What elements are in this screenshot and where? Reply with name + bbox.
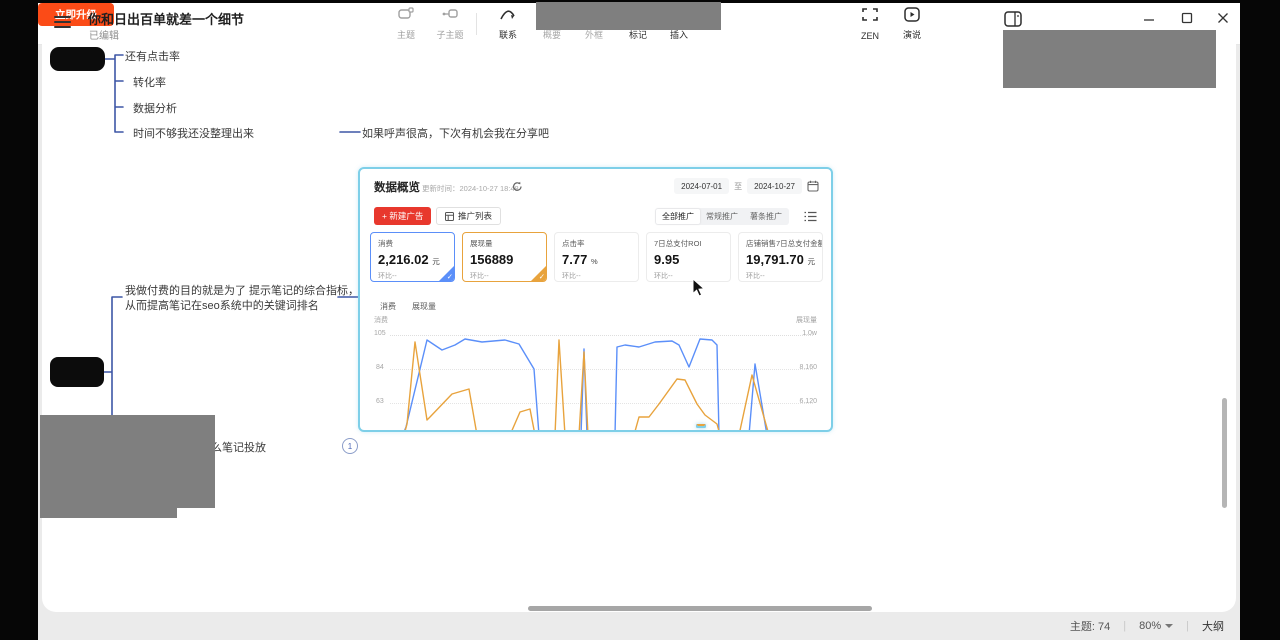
status-bar: 主题: 74 | 80% | 大纲 — [38, 612, 1240, 640]
check-icon: ✓ — [539, 272, 545, 281]
tool-present[interactable]: 演说 — [890, 7, 934, 41]
vertical-scrollbar[interactable] — [1222, 398, 1227, 508]
check-icon: ✓ — [447, 272, 453, 281]
tool-zen-label: ZEN — [861, 31, 879, 41]
tool-subtopic-label: 子主题 — [436, 28, 463, 41]
topic-icon — [398, 7, 414, 21]
topic-click-rate[interactable]: 还有点击率 — [125, 48, 180, 64]
close-button[interactable] — [1212, 9, 1234, 27]
tool-relation-label: 联系 — [499, 28, 517, 41]
mindmap-canvas: 还有点击率 转化率 数据分析 时间不够我还没整理出来 如果呼声很高，下次有机会我… — [42, 44, 1236, 612]
panel-icon — [1004, 11, 1022, 27]
tool-zen[interactable]: ZEN — [848, 7, 892, 41]
redacted-topic-node[interactable] — [50, 47, 105, 71]
tool-relation[interactable]: 联系 — [486, 7, 530, 41]
topic-no-time[interactable]: 时间不够我还没整理出来 — [133, 125, 254, 141]
tool-subtopic[interactable]: 子主题 — [428, 7, 472, 41]
tool-present-label: 演说 — [903, 28, 921, 41]
tool-topic[interactable]: 主题 — [384, 7, 428, 41]
letterbox-right — [1240, 0, 1280, 640]
status-divider: | — [1123, 620, 1126, 632]
outline-button[interactable]: 大纲 — [1202, 618, 1224, 634]
topic-count: 主题: 74 — [1070, 618, 1110, 634]
tool-topic-label: 主题 — [397, 28, 415, 41]
paid-goal-line2: 从而提高笔记在seo系统中的关键词排名 — [125, 299, 359, 314]
redaction-bottom-left — [40, 415, 215, 508]
dashboard-image-node[interactable]: 数据概览 更新时间：2024-10-27 18:48 2024-07-01 至 … — [358, 167, 833, 432]
maximize-button[interactable] — [1176, 9, 1198, 27]
status-divider: | — [1186, 620, 1189, 632]
zen-icon — [862, 7, 878, 22]
letterbox-left — [0, 0, 38, 640]
minimize-button[interactable] — [1138, 9, 1160, 27]
panel-toggle-button[interactable] — [1004, 11, 1022, 27]
topic-conversion-rate[interactable]: 转化率 — [133, 74, 166, 90]
chevron-down-icon — [1165, 624, 1173, 628]
redaction-bottom-left-step — [40, 508, 177, 518]
present-icon — [904, 7, 920, 22]
topic-data-analysis[interactable]: 数据分析 — [133, 100, 177, 116]
screen: 你和日出百单就差一个细节 已编辑 主题 子主题 联系 概要 外框 标记 插入 Z… — [0, 0, 1280, 640]
relation-icon — [499, 7, 517, 21]
toolbar-divider — [476, 13, 477, 35]
app-window: 你和日出百单就差一个细节 已编辑 主题 子主题 联系 概要 外框 标记 插入 Z… — [38, 3, 1240, 640]
mouse-cursor — [692, 278, 705, 297]
edited-status: 已编辑 — [89, 27, 119, 42]
zoom-control[interactable]: 80% — [1139, 620, 1173, 632]
subtopic-icon — [442, 7, 458, 21]
topic-callout[interactable]: 如果呼声很高，下次有机会我在分享吧 — [362, 125, 549, 141]
topic-paid-goal[interactable]: 我做付费的目的就是为了 提示笔记的综合指标， 从而提高笔记在seo系统中的关键词… — [125, 284, 359, 314]
comment-count-badge[interactable]: 1 — [342, 438, 358, 454]
trend-chart — [360, 169, 831, 430]
redaction-toolbar — [536, 2, 721, 30]
redaction-top-right — [1003, 30, 1216, 88]
horizontal-scrollbar[interactable] — [528, 606, 872, 611]
redacted-topic-node-2[interactable] — [50, 357, 104, 387]
document-title: 你和日出百单就差一个细节 — [88, 9, 244, 28]
paid-goal-line1: 我做付费的目的就是为了 提示笔记的综合指标， — [125, 284, 359, 299]
menu-icon[interactable] — [54, 16, 71, 29]
